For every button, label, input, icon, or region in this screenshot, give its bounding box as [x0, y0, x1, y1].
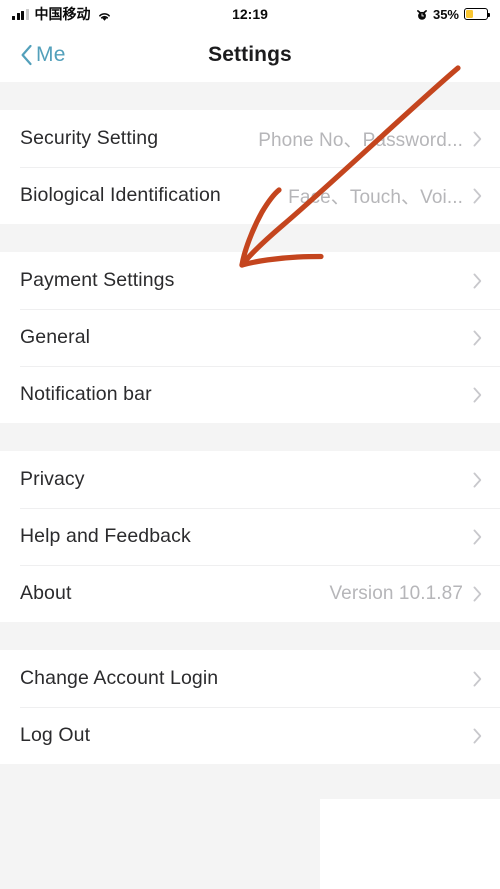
chevron-right-icon — [473, 472, 482, 488]
signal-bars-icon — [12, 8, 29, 20]
settings-row-label: Help and Feedback — [20, 525, 191, 547]
settings-row[interactable]: Log Out — [0, 707, 500, 764]
settings-row-label: Security Setting — [20, 127, 159, 149]
chevron-right-icon — [473, 529, 482, 545]
settings-row-value: Phone No、Password... — [258, 130, 463, 151]
chevron-right-icon — [473, 671, 482, 687]
settings-row-label: Log Out — [20, 724, 91, 746]
wifi-icon — [97, 9, 112, 21]
settings-row[interactable]: Notification bar — [0, 366, 500, 423]
battery-percent-label: 35% — [432, 6, 459, 22]
settings-row-label: Notification bar — [20, 383, 152, 405]
chevron-right-icon — [473, 273, 482, 289]
settings-row[interactable]: Payment Settings — [0, 252, 500, 309]
settings-row[interactable]: Help and Feedback — [0, 508, 500, 565]
settings-group: Change Account Login Log Out — [0, 650, 500, 764]
settings-row[interactable]: Privacy — [0, 451, 500, 508]
settings-row-label: Privacy — [20, 468, 85, 490]
settings-row[interactable]: General — [0, 309, 500, 366]
settings-row[interactable]: About Version 10.1.87 — [0, 565, 500, 622]
chevron-right-icon — [473, 728, 482, 744]
carrier-label: 中国移动 — [34, 6, 91, 22]
battery-icon — [464, 8, 491, 20]
status-bar: 中国移动 12:19 35% — [0, 0, 500, 28]
chevron-right-icon — [473, 586, 482, 602]
settings-row-label: Change Account Login — [20, 667, 219, 689]
settings-row[interactable]: Biological Identification Face、Touch、Voi.… — [0, 167, 500, 224]
settings-row-label: Biological Identification — [20, 184, 221, 206]
settings-group: Payment Settings General Notification bar — [0, 252, 500, 423]
phone-screen: 中国移动 12:19 35% Me Settings Security Sett… — [0, 0, 500, 889]
settings-row-label: Payment Settings — [20, 269, 175, 291]
chevron-right-icon — [473, 330, 482, 346]
alarm-clock-icon — [416, 8, 428, 20]
settings-row-label: General — [20, 326, 91, 348]
bottom-white-panel — [320, 799, 500, 889]
status-bar-right: 35% — [416, 6, 491, 22]
settings-group: Privacy Help and Feedback About Version 10.… — [0, 451, 500, 622]
page-title: Settings — [208, 43, 292, 66]
chevron-right-icon — [473, 131, 482, 147]
settings-row-label: About — [20, 582, 72, 604]
settings-group: Security Setting Phone No、Password... Biol… — [0, 110, 500, 224]
status-bar-left: 中国移动 — [12, 4, 112, 24]
settings-row-value: Version 10.1.87 — [329, 582, 463, 604]
settings-row[interactable]: Security Setting Phone No、Password... — [0, 110, 500, 167]
navigation-bar: Me Settings — [0, 28, 500, 82]
chevron-right-icon — [473, 188, 482, 204]
clock-label: 12:19 — [232, 6, 268, 22]
chevron-right-icon — [473, 387, 482, 403]
settings-row-value: Face、Touch、Voi... — [288, 187, 463, 208]
settings-row[interactable]: Change Account Login — [0, 650, 500, 707]
